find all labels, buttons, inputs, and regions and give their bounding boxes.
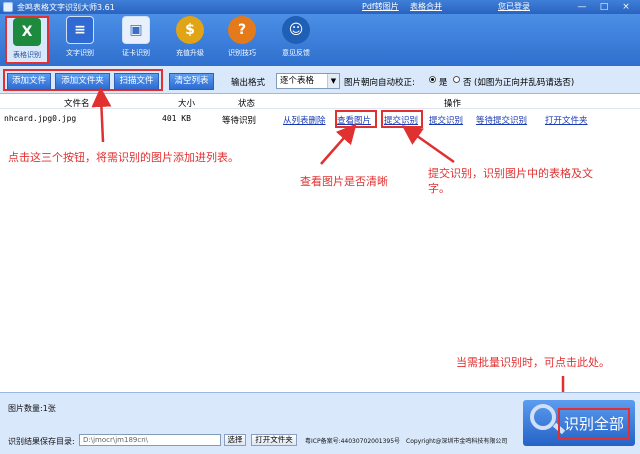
image-count: 图片数量:1张	[8, 404, 56, 413]
save-dir-label: 识别结果保存目录:	[8, 437, 75, 446]
recognize-all-label[interactable]: 识别全部	[558, 408, 630, 440]
annotation-submit-2: 字。	[428, 182, 450, 195]
arrow-to-submit	[401, 125, 455, 164]
choose-dir-button[interactable]: 选择	[224, 434, 246, 446]
icp-number: 粤ICP备案号:44030702001395号	[305, 438, 401, 445]
arrow-to-view-image	[320, 123, 357, 165]
annotation-view-image: 查看图片是否清晰	[300, 175, 388, 188]
save-dir-input[interactable]: D:\jmocr\jm189cn\	[79, 434, 221, 446]
copyright-text: Copyright@深圳市金鸣科技有限公司	[406, 438, 508, 445]
annotation-submit-1: 提交识别，识别图片中的表格及文	[428, 167, 593, 180]
annotation-add-buttons: 点击这三个按钮，将需识别的图片添加进列表。	[8, 151, 239, 164]
annotation-batch: 当需批量识别时，可点击此处。	[456, 356, 610, 369]
arrow-to-add-buttons	[91, 87, 112, 143]
open-folder-button[interactable]: 打开文件夹	[251, 434, 297, 446]
annotation-arrows	[91, 87, 573, 414]
